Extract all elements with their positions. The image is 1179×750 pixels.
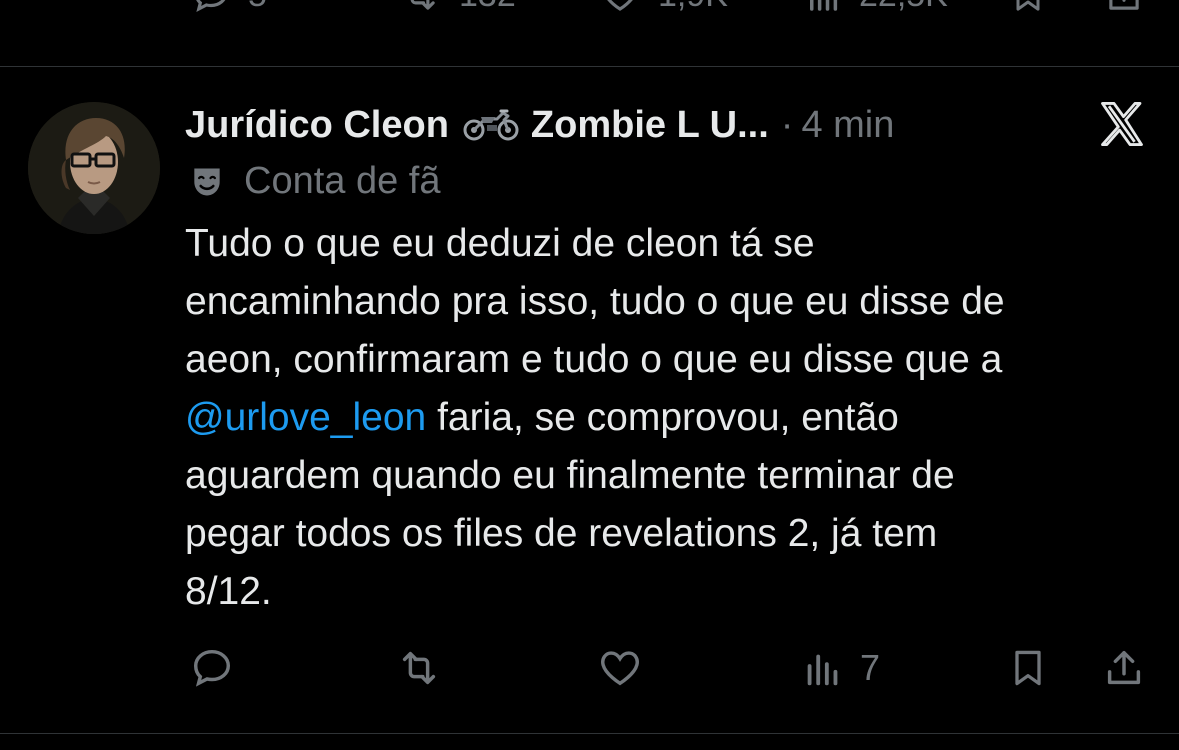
share-icon: [1109, 0, 1139, 10]
previous-view-count: 22,5K: [859, 0, 948, 15]
bottom-divider: [0, 733, 1179, 734]
bookmark-icon: [1015, 650, 1041, 686]
reply-icon: [196, 0, 226, 13]
avatar-image: [28, 102, 160, 234]
view-count: 7: [860, 647, 881, 688]
x-logo-icon: [1096, 98, 1148, 150]
tweet-line-7: 8/12.: [185, 570, 272, 613]
share-icon: [1107, 650, 1141, 685]
previous-retweet-count: 132: [459, 0, 516, 15]
tweet-line-5: aguardem quando eu finalmente terminar d…: [185, 454, 955, 497]
previous-share-button[interactable]: [1102, 0, 1146, 16]
tweet-line-1: Tudo o que eu deduzi de cleon tá se: [185, 222, 815, 265]
like-button[interactable]: [594, 645, 646, 691]
account-label-text: Conta de fã: [244, 160, 441, 202]
retweet-icon: [402, 651, 436, 685]
tweet-text: Tudo o que eu deduzi de cleon tá se enca…: [185, 215, 1155, 621]
analytics-icon: [810, 0, 838, 11]
tweet-line-2: encaminhando pra isso, tudo o que eu dis…: [185, 280, 1005, 323]
heart-icon: [607, 0, 633, 11]
tweet-line-3: aeon, confirmaram e tudo o que eu disse …: [185, 338, 1003, 381]
retweet-button[interactable]: [392, 645, 446, 691]
reply-icon: [193, 649, 231, 687]
bookmark-icon: [1016, 0, 1040, 11]
previous-views-button[interactable]: 22,5K: [803, 0, 948, 16]
share-button[interactable]: [1101, 645, 1147, 691]
tweet-header: Jurídico Cleon Zombie L U... · 4 min: [185, 100, 894, 150]
account-label: Conta de fã: [188, 160, 440, 203]
tweet-line-4: @urlove_leon faria, se comprovou, então: [185, 389, 1155, 447]
tweet-line-6: pegar todos os files de revelations 2, j…: [185, 512, 938, 555]
previous-like-button[interactable]: 1,9K: [596, 0, 728, 16]
previous-reply-button[interactable]: 5: [188, 0, 267, 16]
separator: ·: [780, 103, 794, 146]
mention-link[interactable]: @urlove_leon: [185, 396, 426, 439]
motorcycle-icon: [463, 105, 519, 146]
tweet-action-bar: 7: [0, 640, 1179, 700]
avatar[interactable]: [28, 102, 160, 234]
bookmark-button[interactable]: [1006, 645, 1050, 691]
reply-button[interactable]: [188, 645, 236, 691]
theater-mask-icon: [194, 168, 220, 195]
previous-like-count: 1,9K: [658, 0, 728, 15]
author-name-rest[interactable]: Zombie L U...: [531, 104, 769, 147]
tweet-line-4-text: faria, se comprovou, então: [437, 396, 899, 439]
previous-retweet-button[interactable]: 132: [395, 0, 516, 16]
views-button[interactable]: 7: [800, 645, 880, 691]
tweet-divider: [0, 66, 1179, 67]
timestamp[interactable]: 4 min: [801, 104, 894, 147]
previous-tweet-action-bar: 5 132 1,9K 22,5K: [0, 0, 1179, 34]
previous-reply-count: 5: [248, 0, 267, 15]
heart-icon: [601, 651, 639, 686]
author-name[interactable]: Jurídico Cleon: [185, 104, 449, 147]
analytics-icon: [807, 654, 838, 686]
previous-bookmark-button[interactable]: [1008, 0, 1048, 16]
retweet-icon: [410, 0, 435, 10]
